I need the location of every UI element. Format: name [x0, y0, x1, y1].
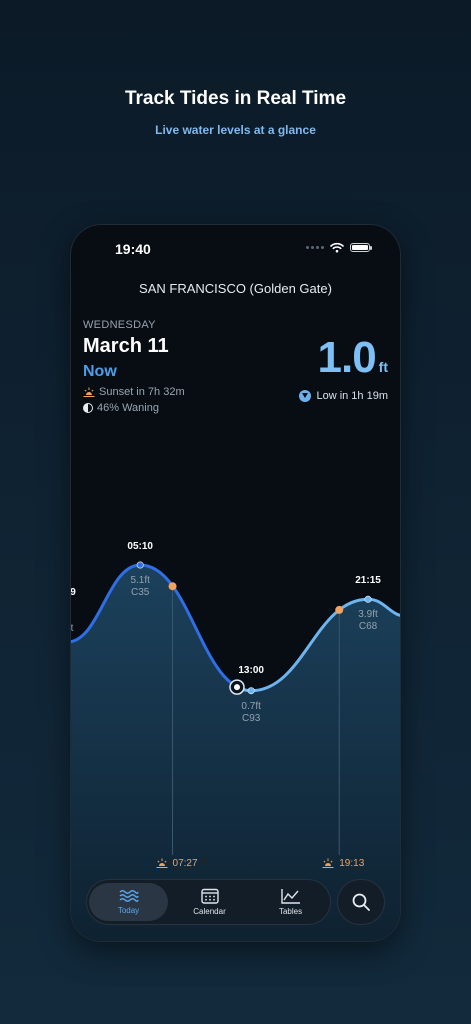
promo-subline: Live water levels at a glance	[155, 123, 316, 137]
extreme-time: 21:15	[355, 575, 381, 587]
extreme-time: 05:10	[127, 541, 153, 552]
extreme-dot	[247, 687, 255, 695]
extreme-coef: C68	[358, 621, 378, 633]
waves-icon	[119, 890, 139, 902]
extreme-coef: C93	[241, 712, 261, 724]
sunset-marker	[335, 605, 344, 614]
tab-bar: Today Calendar Tables	[87, 880, 330, 924]
search-icon	[352, 893, 370, 911]
sunset-label: 19:13	[322, 858, 364, 869]
search-button[interactable]	[338, 880, 384, 924]
chart-icon	[280, 889, 300, 904]
current-position-dot	[234, 684, 240, 691]
extreme-dot	[136, 561, 144, 569]
phone-screen: 19:40 SAN FRANCISCO (Golden Gate) WEDNES…	[71, 225, 400, 941]
extreme-height: 3.9ft	[358, 609, 378, 621]
tab-tables-label: Tables	[278, 907, 303, 916]
extreme-dot	[364, 595, 372, 603]
calendar-icon	[200, 888, 219, 904]
left-edge-label: t	[71, 623, 74, 634]
extreme-height: 0.7ft	[241, 700, 261, 712]
tab-calendar-label: Calendar	[193, 907, 226, 916]
sunrise-label: 07:27	[156, 858, 198, 869]
tide-chart[interactable]	[71, 225, 400, 941]
extreme-time-clipped: 9	[71, 587, 76, 598]
sunset-icon	[322, 858, 334, 868]
tab-calendar[interactable]: Calendar	[170, 883, 249, 921]
extreme-time: 13:00	[238, 664, 264, 676]
sunset-time: 19:13	[339, 858, 365, 869]
sunrise-marker	[168, 582, 177, 591]
sunrise-icon	[156, 858, 168, 868]
tab-today[interactable]: Today	[89, 883, 168, 921]
extreme-height: 5.1ft	[130, 575, 150, 586]
sunrise-time: 07:27	[172, 858, 198, 869]
extreme-coef: C35	[131, 587, 150, 598]
promo-headline: Track Tides in Real Time	[124, 88, 347, 109]
tab-tables[interactable]: Tables	[251, 883, 330, 921]
tab-today-label: Today	[117, 906, 140, 915]
